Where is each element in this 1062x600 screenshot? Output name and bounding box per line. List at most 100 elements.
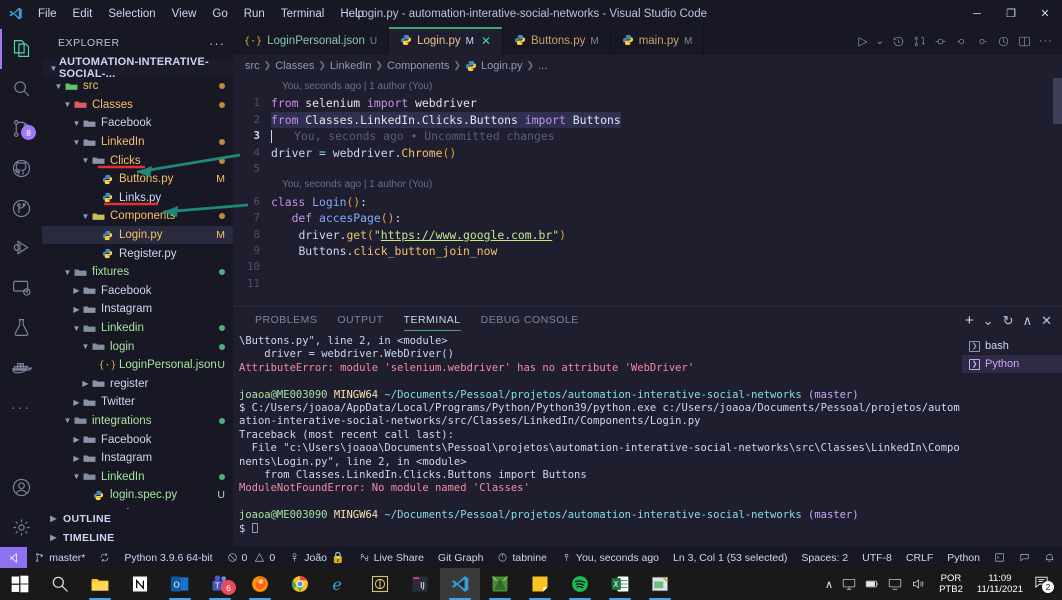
tree-file-row[interactable]: {·} LoginPersonal.json U <box>42 356 233 375</box>
debug-step-over-icon[interactable] <box>976 35 989 48</box>
debug-step-icon[interactable] <box>955 35 968 48</box>
activity-github-icon[interactable] <box>0 148 42 188</box>
tray-network-monitor-icon[interactable] <box>842 577 856 591</box>
status-sync[interactable] <box>92 547 117 568</box>
breadcrumb[interactable]: src ❯ Classes ❯ LinkedIn ❯ Components ❯ … <box>233 55 1062 76</box>
maximize-panel-icon[interactable]: ∧ <box>1023 314 1033 327</box>
status-cursor-position[interactable]: Ln 3, Col 1 (53 selected) <box>666 547 794 568</box>
taskbar-excel-icon[interactable]: X <box>600 568 640 600</box>
taskbar-firefox-icon[interactable] <box>240 568 280 600</box>
close-panel-icon[interactable]: ✕ <box>1041 314 1052 327</box>
menu-bar[interactable]: File Edit Selection View Go Run Terminal… <box>30 0 372 27</box>
split-editor-icon[interactable] <box>1018 35 1031 48</box>
menu-terminal[interactable]: Terminal <box>273 0 332 27</box>
tree-folder-row[interactable]: ▼ integrations <box>42 412 233 431</box>
status-indentation[interactable]: Spaces: 2 <box>794 547 855 568</box>
taskbar-money-app-icon[interactable] <box>640 568 680 600</box>
status-notifications-bell-icon[interactable] <box>1037 547 1062 568</box>
history-icon[interactable] <box>892 35 905 48</box>
terminal-profile-dropdown-icon[interactable]: ⌄ <box>983 314 994 327</box>
tree-folder-row[interactable]: ▼ Components <box>42 207 233 226</box>
terminal-instance-list[interactable]: ❯ bash ❯ Python <box>962 333 1062 547</box>
activity-run-debug-icon[interactable] <box>0 228 42 268</box>
breadcrumb-item-linkedin[interactable]: LinkedIn <box>330 60 372 72</box>
tray-volume-icon[interactable] <box>911 577 925 591</box>
editor-tab[interactable]: {·} LoginPersonal.json U <box>233 27 390 55</box>
run-python-file-icon[interactable]: ▷ <box>858 34 867 48</box>
panel-tab-terminal[interactable]: TERMINAL <box>394 307 471 333</box>
close-button[interactable]: ✕ <box>1028 0 1062 27</box>
menu-go[interactable]: Go <box>204 0 235 27</box>
editor-scrollbar[interactable] <box>1053 78 1062 124</box>
panel-tab-problems[interactable]: PROBLEMS <box>245 307 327 333</box>
editor-toolbar[interactable]: ▷ ⌄ ··· <box>849 27 1062 55</box>
menu-view[interactable]: View <box>164 0 205 27</box>
editor-tab[interactable]: Login.py M ✕ <box>389 27 504 55</box>
menu-selection[interactable]: Selection <box>100 0 163 27</box>
status-branch[interactable]: master* <box>27 547 92 568</box>
minimize-button[interactable]: ─ <box>960 0 994 27</box>
tree-folder-row[interactable]: ▶ Instagram <box>42 449 233 468</box>
terminal-instance[interactable]: ❯ bash <box>962 337 1062 355</box>
tree-folder-row[interactable]: ▼ src <box>42 77 233 96</box>
menu-file[interactable]: File <box>30 0 65 27</box>
file-tree[interactable]: ▼ src ▼ Classes ▼ Facebook ▼ LinkedIn ▼ Clicks But… <box>42 77 233 509</box>
status-feedback-icon[interactable] <box>1012 547 1037 568</box>
taskbar-microsoft-teams-icon[interactable]: T 6 <box>200 568 240 600</box>
code-editor[interactable]: You, seconds ago | 1 author (You) 1 from… <box>233 76 1062 306</box>
tree-folder-row[interactable]: ▼ login <box>42 337 233 356</box>
editor-tab[interactable]: Buttons.py M <box>503 27 611 55</box>
tree-folder-row[interactable]: ▼ LinkedIn <box>42 467 233 486</box>
status-live-share[interactable]: Live Share <box>352 547 431 568</box>
close-tab-icon[interactable]: ✕ <box>481 34 491 48</box>
tray-expand-icon[interactable]: ∧ <box>825 578 833 591</box>
tree-file-row[interactable]: Login.py M <box>42 225 233 245</box>
editor-more-icon[interactable]: ··· <box>1039 35 1053 47</box>
status-python-version[interactable]: Python 3.9.6 64-bit <box>117 547 219 568</box>
tree-folder-row[interactable]: ▶ register <box>42 375 233 394</box>
status-terminal-toggle[interactable] <box>987 547 1012 568</box>
tree-folder-row[interactable]: ▼ Clicks <box>42 151 233 170</box>
terminal-instance[interactable]: ❯ Python <box>962 355 1062 373</box>
menu-edit[interactable]: Edit <box>65 0 101 27</box>
tree-file-row[interactable]: Register.py <box>42 244 233 263</box>
new-terminal-icon[interactable]: + <box>965 313 974 328</box>
tree-folder-row[interactable]: ▶ Facebook <box>42 430 233 449</box>
menu-help[interactable]: Help <box>332 0 372 27</box>
debug-breakpoint-icon[interactable] <box>934 35 947 48</box>
taskbar-vscode-icon[interactable] <box>440 568 480 600</box>
panel-actions[interactable]: + ⌄ ↻ ∧ ✕ <box>965 313 1062 328</box>
start-button[interactable] <box>0 568 40 600</box>
activity-remote-explorer-icon[interactable] <box>0 268 42 308</box>
taskbar-chrome-icon[interactable] <box>280 568 320 600</box>
panel-tab-output[interactable]: OUTPUT <box>327 307 393 333</box>
sidebar-section-timeline[interactable]: ▶ TIMELINE <box>42 528 233 547</box>
activity-testing-icon[interactable] <box>0 307 42 347</box>
tree-folder-row[interactable]: ▶ Facebook <box>42 282 233 301</box>
tray-action-center-icon[interactable]: 2 <box>1031 574 1058 594</box>
sidebar-section-outline[interactable]: ▶ OUTLINE <box>42 509 233 528</box>
taskbar-cisco-anyconnect-icon[interactable] <box>360 568 400 600</box>
activity-search-icon[interactable] <box>0 69 42 109</box>
tree-folder-row[interactable]: ▼ Linkedin <box>42 319 233 338</box>
activity-git-branch-icon[interactable] <box>0 188 42 228</box>
tree-file-row[interactable]: Buttons.py M <box>42 170 233 189</box>
tree-folder-row[interactable]: ▶ Instagram <box>42 300 233 319</box>
run-dropdown-icon[interactable]: ⌄ <box>876 36 884 47</box>
status-git-blame[interactable]: You, seconds ago <box>554 547 666 568</box>
taskbar-spotify-icon[interactable] <box>560 568 600 600</box>
taskbar-paint-net-icon[interactable] <box>480 568 520 600</box>
codelens-1[interactable]: You, seconds ago | 1 author (You) <box>233 79 1048 95</box>
tray-display-icon[interactable] <box>888 577 902 591</box>
code-content[interactable]: You, seconds ago | 1 author (You) 1 from… <box>233 76 1048 306</box>
taskbar-sticky-notes-icon[interactable] <box>520 568 560 600</box>
status-eol[interactable]: CRLF <box>899 547 940 568</box>
panel-tab-debug-console[interactable]: DEBUG CONSOLE <box>471 307 589 333</box>
tray-clock[interactable]: 11:09 11/11/2021 <box>969 573 1031 595</box>
breadcrumb-item-classes[interactable]: Classes <box>275 60 314 72</box>
taskbar-outlook-icon[interactable]: O <box>160 568 200 600</box>
tray-battery-icon[interactable] <box>865 577 879 591</box>
explorer-more-icon[interactable]: ··· <box>209 36 225 51</box>
tree-file-row[interactable]: Links.py <box>42 189 233 208</box>
taskbar-intellij-idea-icon[interactable]: IJ <box>400 568 440 600</box>
